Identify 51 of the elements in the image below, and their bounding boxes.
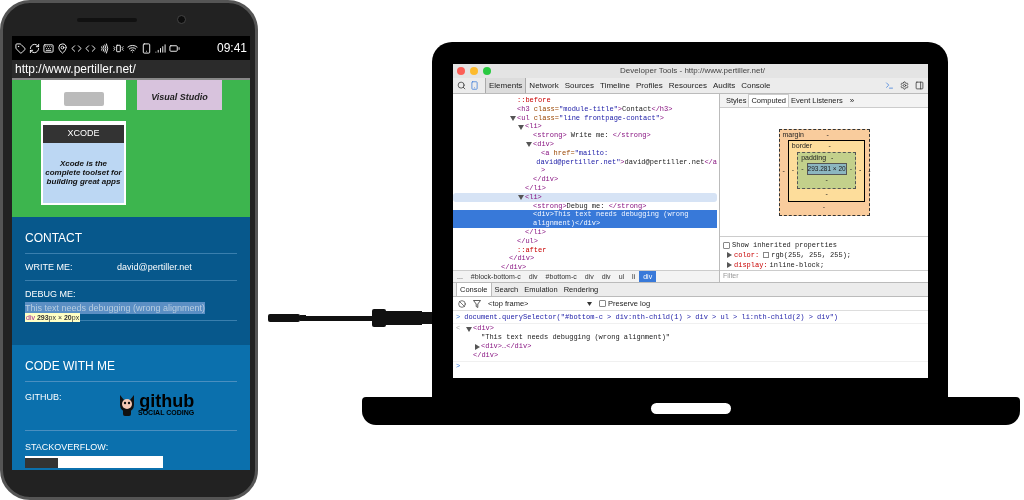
tag-icon	[15, 42, 26, 54]
section-heading: CONTACT	[25, 231, 84, 245]
signal-icon	[155, 42, 166, 54]
cat-icon	[117, 393, 137, 417]
window-title: Developer Tools - http://www.pertiller.net/	[619, 65, 766, 77]
more-tabs-button[interactable]: »	[849, 95, 855, 107]
expanded-triangle-icon[interactable]	[518, 194, 524, 201]
tile-title: XCODE	[43, 125, 124, 143]
field-label: GITHUB:	[25, 392, 63, 404]
sync-icon	[29, 42, 40, 54]
dock-icon[interactable]	[915, 81, 924, 90]
field-label: WRITE ME:	[25, 262, 74, 273]
checkbox[interactable]	[723, 241, 730, 249]
collapsed-triangle-icon[interactable]	[474, 343, 480, 350]
address-bar[interactable]: http://www.pertiller.net/	[12, 60, 250, 80]
expanded-triangle-icon[interactable]	[466, 325, 472, 332]
debug-text: This text needs debugging (wrong alignment)	[25, 302, 206, 314]
vibrate-icon	[113, 42, 124, 54]
tile-image: Xcode is the complete toolset for building great apps	[43, 142, 124, 203]
settings-icon[interactable]	[900, 81, 909, 90]
dropdown-arrow-icon	[587, 301, 592, 306]
panel-tab[interactable]: Resources	[665, 78, 710, 93]
code-icon	[85, 42, 96, 54]
search-icon[interactable]	[457, 81, 466, 90]
field-label: DEBUG ME:	[25, 289, 77, 300]
panel-tab[interactable]: Profiles	[633, 78, 666, 93]
status-time: 09:41	[216, 40, 247, 57]
camera-lens	[176, 15, 186, 24]
panel-tab[interactable]: Timeline	[597, 78, 633, 93]
wifi-icon	[127, 42, 138, 54]
checkbox[interactable]	[599, 300, 606, 307]
phone-icon	[141, 42, 152, 54]
logo-wordmark: github	[139, 393, 195, 409]
expanded-triangle-icon[interactable]	[526, 141, 532, 148]
filter-icon[interactable]	[473, 299, 481, 308]
panel-tab[interactable]: Network	[526, 78, 562, 93]
location-icon	[57, 42, 68, 54]
section-heading: CODE WITH ME	[25, 359, 116, 373]
panel-tab[interactable]: Audits	[709, 78, 739, 93]
keyboard-icon	[43, 42, 54, 54]
battery-icon	[169, 42, 180, 54]
tile: Visual Studio	[137, 80, 222, 110]
clear-icon[interactable]	[458, 299, 466, 308]
panel-tab[interactable]: Sources	[561, 78, 598, 93]
nfc-icon	[99, 42, 110, 54]
panel-tab[interactable]: Elements	[485, 78, 527, 93]
logo-placeholder	[63, 92, 104, 106]
email-link[interactable]: david@pertiller.net	[117, 262, 192, 273]
field-label: STACKOVERFLOW:	[25, 442, 110, 453]
panel-tab[interactable]: Console	[738, 78, 774, 93]
code-icon	[71, 42, 82, 54]
